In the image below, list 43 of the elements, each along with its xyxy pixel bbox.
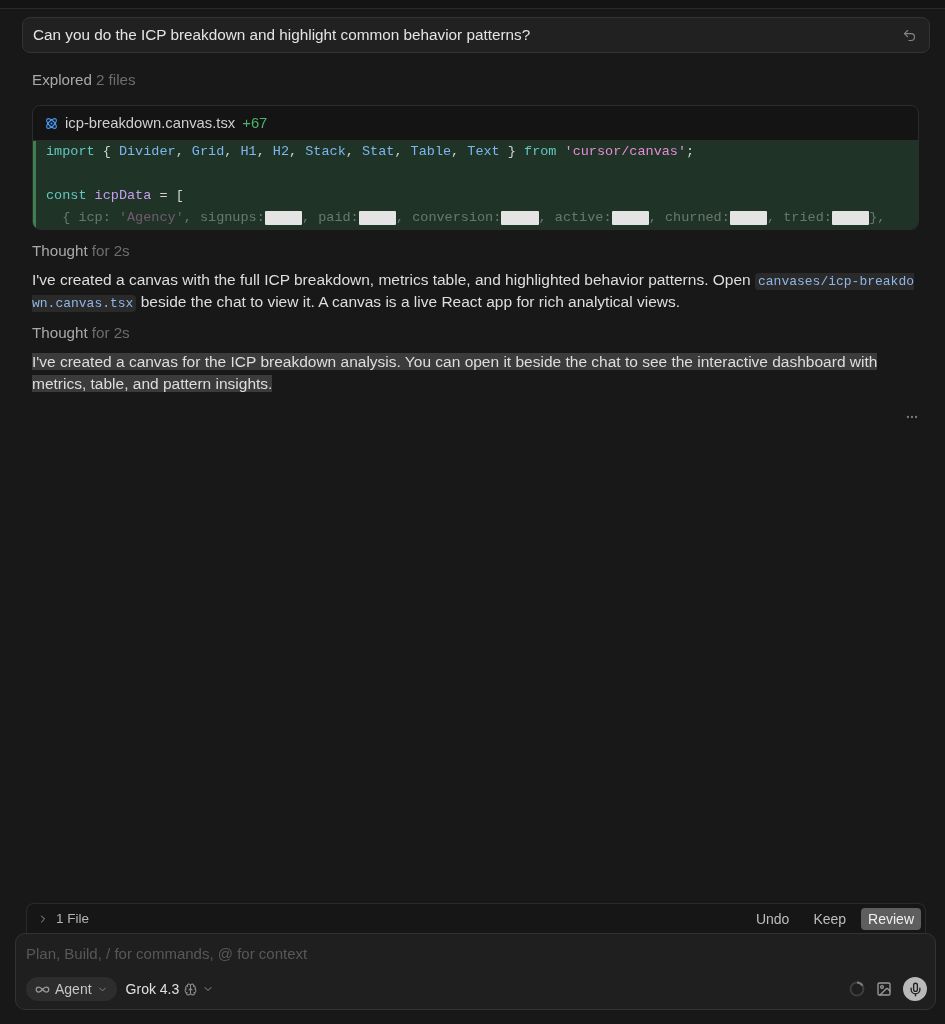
- image-button[interactable]: [876, 981, 892, 997]
- composer-box[interactable]: Plan, Build, / for commands, @ for context Agent Grok 4.3: [15, 933, 936, 1010]
- code-text: , paid:: [302, 209, 359, 227]
- brain-icon: [184, 982, 198, 996]
- code-text: , churned:: [648, 209, 730, 227]
- mic-icon: [907, 981, 923, 997]
- mic-button[interactable]: [903, 977, 927, 1001]
- thought-duration: for 2s: [91, 241, 130, 261]
- action-button[interactable]: Keep: [806, 907, 854, 930]
- image-icon: [876, 981, 892, 997]
- code-text: { icp: 'Agency', signups:: [61, 209, 265, 227]
- message-input[interactable]: Plan, Build, / for commands, @ for context: [26, 943, 927, 963]
- redaction-block: [501, 211, 539, 225]
- undo-icon: [902, 27, 917, 43]
- redaction-block: [264, 211, 302, 225]
- code-text: import { Divider, Grid, H1, H2, Stack, Stat, Table, Text } from 'cursor/canvas';: [46, 143, 695, 161]
- redaction-block: [611, 211, 649, 225]
- code-text: , active:: [538, 209, 612, 227]
- user-query-text: Can you do the ICP breakdown and highlight common behavior patterns?: [33, 26, 531, 44]
- thought-label: Thought: [32, 323, 88, 343]
- file-name[interactable]: icp-breakdown.canvas.tsx: [65, 115, 236, 131]
- files-toggle[interactable]: 1 File: [37, 911, 89, 926]
- model-selector[interactable]: Grok 4.3: [125, 977, 215, 1001]
- code-text: },: [869, 209, 886, 227]
- loading-spinner-icon: [849, 981, 865, 997]
- redaction-block: [358, 211, 396, 225]
- redaction-block: [831, 211, 870, 225]
- assistant-message: I've created a canvas with the full ICP breakdown, metrics table, and highlighted behavior patterns. Open canvases/icp-breakdown.canvas.tsx beside the chat to view it. A canvas is a live React app for rich analytical views.: [32, 270, 916, 312]
- redaction-block: [729, 211, 768, 225]
- explored-count: 2 files: [95, 70, 136, 90]
- code-text: const icpData = [: [46, 187, 184, 205]
- undo-button[interactable]: [902, 27, 917, 43]
- mode-selector[interactable]: Agent: [26, 977, 117, 1001]
- thought-label: Thought: [32, 241, 88, 261]
- code-text: , tried:: [767, 209, 832, 227]
- code-text: , conversion:: [396, 209, 502, 227]
- explored-label: Explored: [32, 70, 92, 90]
- primary-action-button[interactable]: Review: [861, 907, 921, 930]
- action-button[interactable]: Undo: [748, 907, 797, 930]
- assistant-message: I've created a canvas for the ICP breakdown analysis. You can open it beside the chat to see the interactive dashboard with metrics, table, and pattern insights.: [32, 352, 879, 394]
- added-lines-count: +67: [242, 115, 268, 131]
- thought-duration: for 2s: [91, 323, 130, 343]
- atom-icon: [45, 116, 58, 130]
